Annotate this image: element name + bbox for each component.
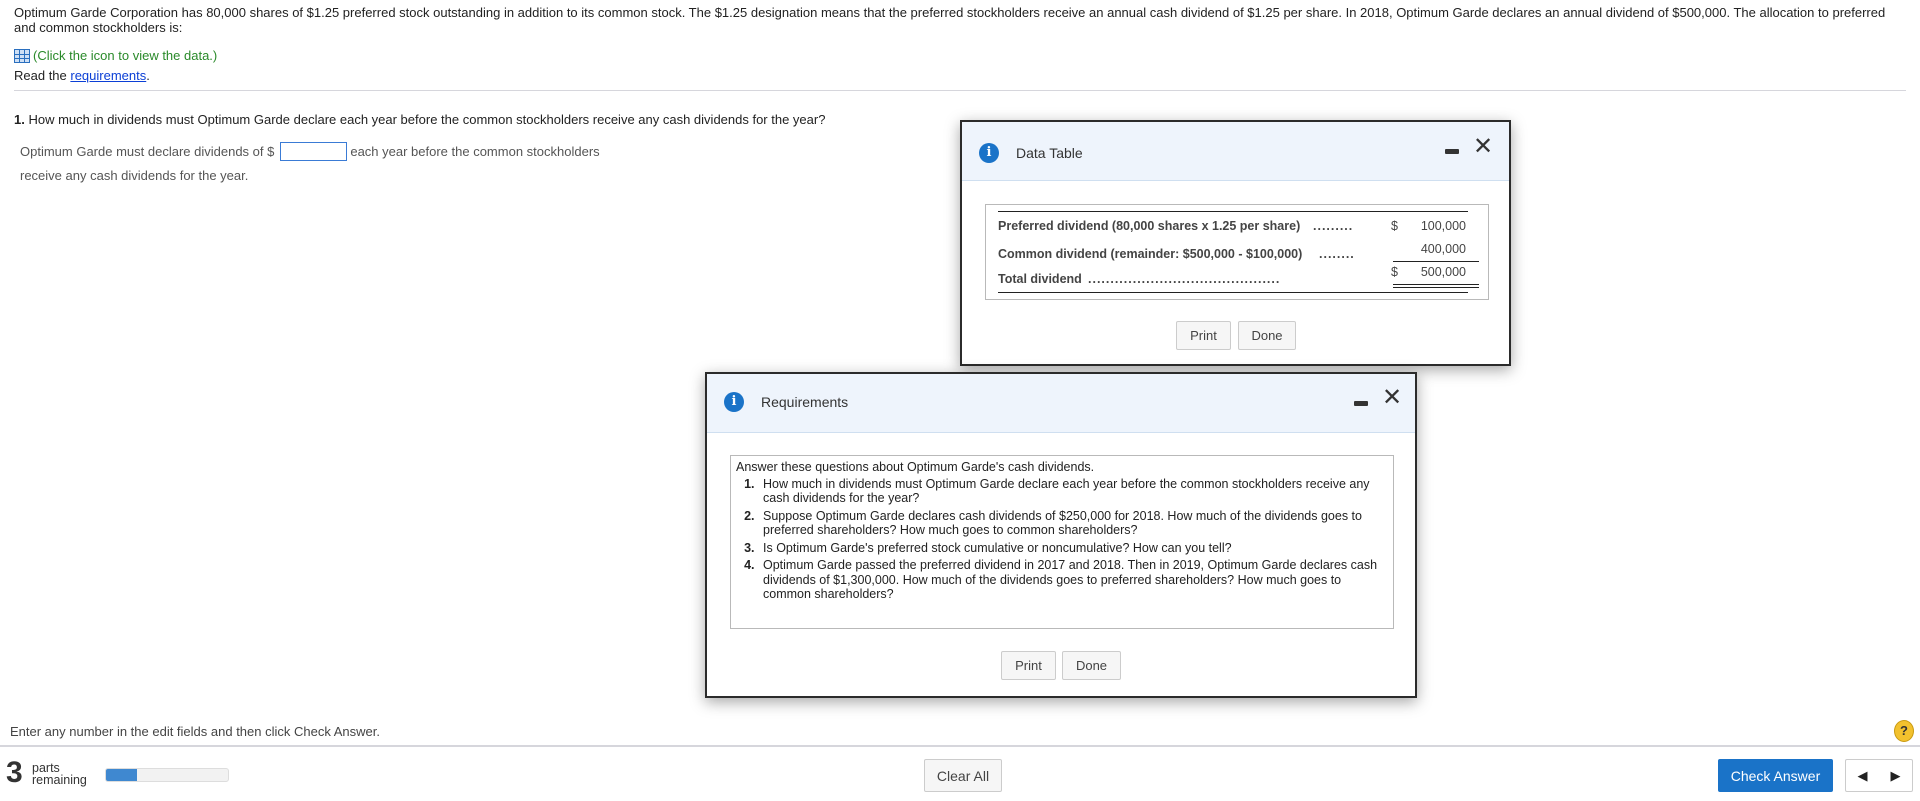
instruction-text: Enter any number in the edit fields and … (10, 724, 380, 739)
subtotal-rule (1393, 261, 1479, 262)
requirements-list: How much in dividends must Optimum Garde… (758, 477, 1388, 602)
currency: $ (1391, 265, 1398, 279)
row-value: 500,000 (1420, 265, 1466, 279)
help-icon[interactable]: ? (1894, 720, 1914, 742)
minimize-icon[interactable] (1354, 401, 1368, 406)
requirements-link[interactable]: requirements (70, 68, 146, 83)
parts-count: 3 (6, 756, 23, 789)
answer-prefix: Optimum Garde must declare dividends of … (20, 144, 275, 159)
progress-fill (106, 769, 137, 781)
next-arrow-icon[interactable]: ▶ (1891, 768, 1901, 784)
check-answer-button[interactable]: Check Answer (1718, 759, 1833, 792)
read-suffix: . (146, 68, 150, 83)
row-label: Preferred dividend (80,000 shares x 1.25… (998, 219, 1301, 233)
dialog-header[interactable]: i Requirements ✕ (707, 374, 1415, 433)
problem-statement: Optimum Garde Corporation has 80,000 sha… (14, 5, 1886, 35)
clear-all-button[interactable]: Clear All (924, 759, 1002, 792)
requirements-intro: Answer these questions about Optimum Gar… (736, 460, 1095, 474)
dialog-header[interactable]: i Data Table ✕ (962, 122, 1509, 181)
close-icon[interactable]: ✕ (1382, 386, 1402, 410)
requirement-item: Optimum Garde passed the preferred divid… (758, 558, 1388, 602)
answer-line-2: receive any cash dividends for the year. (20, 168, 249, 183)
requirement-item: Suppose Optimum Garde declares cash divi… (758, 509, 1388, 538)
dividends-input[interactable] (280, 142, 348, 161)
view-data-link[interactable]: (Click the icon to view the data.) (14, 48, 217, 63)
requirement-item: How much in dividends must Optimum Garde… (758, 477, 1388, 506)
leader-dots: ........ (1319, 247, 1355, 261)
table-top-rule (998, 211, 1468, 212)
data-table-dialog: i Data Table ✕ Preferred dividend (80,00… (960, 120, 1511, 366)
nav-buttons: ◀ ▶ (1845, 759, 1913, 792)
requirements-content: Answer these questions about Optimum Gar… (730, 455, 1394, 629)
minimize-icon[interactable] (1445, 149, 1459, 154)
question-number: 1. (14, 112, 25, 127)
currency: $ (1391, 219, 1398, 233)
previous-arrow-icon[interactable]: ◀ (1858, 768, 1868, 784)
read-prefix: Read the (14, 68, 71, 83)
remaining-label: remaining (32, 773, 87, 787)
table-icon[interactable] (14, 48, 30, 63)
total-double-rule (1393, 284, 1479, 288)
done-button[interactable]: Done (1062, 651, 1121, 680)
answer-row: Optimum Garde must declare dividends of … (20, 142, 600, 161)
table-row: Total dividend .........................… (998, 265, 1479, 288)
progress-bar (105, 768, 229, 782)
dialog-title: Requirements (761, 394, 849, 410)
divider (14, 90, 1906, 91)
requirements-dialog: i Requirements ✕ Answer these questions … (705, 372, 1417, 698)
data-table: Preferred dividend (80,000 shares x 1.25… (985, 204, 1489, 300)
table-bottom-rule (998, 292, 1468, 293)
parts-remaining-label: parts remaining (32, 762, 87, 787)
close-icon[interactable]: ✕ (1473, 135, 1493, 159)
read-requirements: Read the requirements. (14, 68, 150, 83)
view-data-text[interactable]: (Click the icon to view the data.) (33, 48, 217, 63)
table-row: Preferred dividend (80,000 shares x 1.25… (998, 219, 1466, 233)
print-button[interactable]: Print (1176, 321, 1231, 350)
row-label: Total dividend (998, 272, 1082, 286)
requirement-item: Is Optimum Garde's preferred stock cumul… (758, 541, 1388, 556)
divider (0, 745, 1920, 747)
row-label: Common dividend (remainder: $500,000 - $… (998, 247, 1303, 261)
print-button[interactable]: Print (1001, 651, 1056, 680)
table-row: Common dividend (remainder: $500,000 - $… (998, 242, 1479, 262)
info-icon: i (979, 143, 999, 163)
leader-dots: ......... (1313, 219, 1354, 233)
dialog-title: Data Table (1016, 145, 1083, 161)
answer-suffix: each year before the common stockholders (350, 144, 600, 159)
leader-dots: ........................................… (1088, 272, 1281, 286)
done-button[interactable]: Done (1238, 321, 1296, 350)
info-icon: i (724, 392, 744, 412)
row-value: 400,000 (1420, 242, 1466, 256)
row-value: 100,000 (1420, 219, 1466, 233)
question-1: 1. How much in dividends must Optimum Ga… (14, 112, 825, 127)
question-text: How much in dividends must Optimum Garde… (24, 112, 826, 127)
